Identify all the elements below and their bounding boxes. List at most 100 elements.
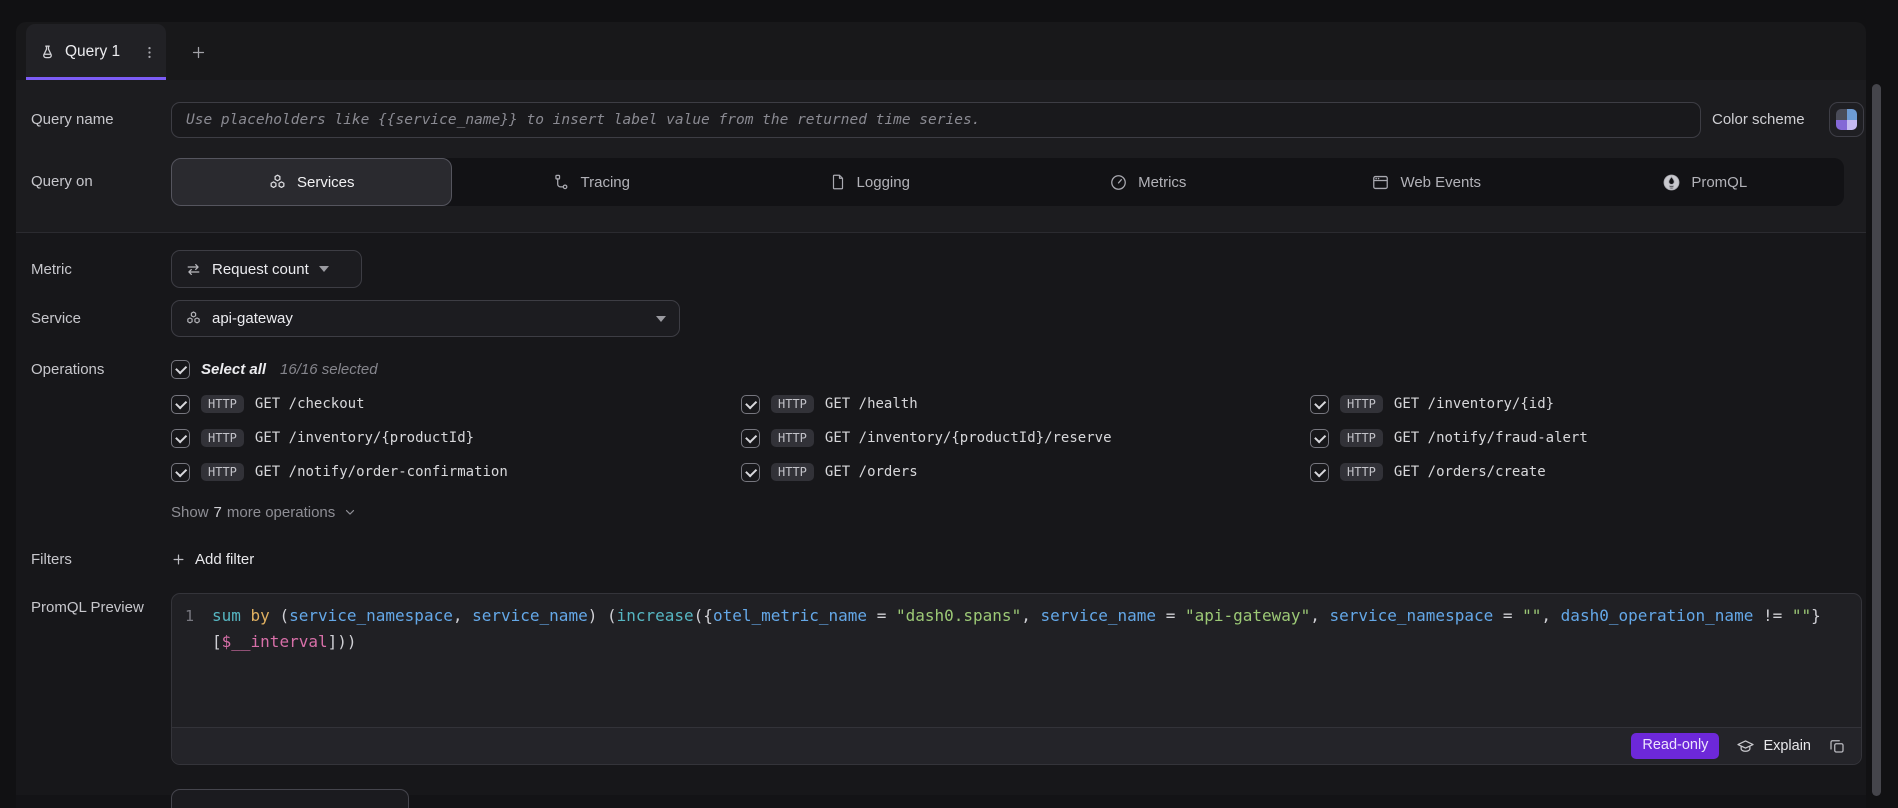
show-more-operations-button[interactable]: Show 7 more operations (171, 502, 357, 522)
operation-item: HTTP GET /checkout (171, 392, 741, 416)
operation-checkbox[interactable] (741, 463, 760, 482)
tab-query-1[interactable]: Query 1 (26, 24, 166, 80)
query-on-label: Query on (31, 173, 93, 190)
query-builder-screen: Query 1 Query name Color scheme Query on (0, 0, 1898, 808)
operation-checkbox[interactable] (741, 429, 760, 448)
query-tab-label: Query 1 (65, 43, 120, 61)
color-scheme-label: Color scheme (1712, 111, 1805, 128)
operation-item: HTTP GET /inventory/{id} (1310, 392, 1863, 416)
explain-label: Explain (1763, 738, 1811, 754)
operation-text: GET /notify/order-confirmation (255, 464, 508, 480)
operation-text: GET /health (825, 396, 918, 412)
operation-text: GET /checkout (255, 396, 365, 412)
metric-dropdown-value: Request count (212, 261, 309, 278)
http-badge: HTTP (201, 463, 244, 481)
query-name-input[interactable] (171, 102, 1701, 138)
service-dropdown-value: api-gateway (212, 310, 293, 327)
promql-preview-label: PromQL Preview (31, 599, 144, 616)
explain-button[interactable]: Explain (1736, 737, 1811, 756)
promql-toolbar: Read-only Explain (172, 727, 1861, 764)
chevron-down-icon (656, 316, 666, 322)
metric-label: Metric (31, 261, 72, 278)
operation-checkbox[interactable] (171, 463, 190, 482)
show-more-text: more operations (227, 504, 335, 521)
graduation-cap-icon (1736, 737, 1755, 756)
line-number: 1 (172, 603, 212, 629)
vertical-scrollbar[interactable] (1872, 84, 1881, 796)
metrics-icon (1109, 173, 1128, 192)
operation-item: HTTP GET /notify/fraud-alert (1310, 426, 1863, 450)
promql-code-area: 1 sum by (service_namespace, service_nam… (172, 594, 1861, 727)
tab-metrics-label: Metrics (1138, 174, 1186, 191)
promql-code-editor[interactable]: 1 sum by (service_namespace, service_nam… (171, 593, 1862, 765)
filters-label: Filters (31, 551, 72, 568)
http-badge: HTTP (201, 429, 244, 447)
kebab-menu-icon[interactable] (138, 39, 160, 65)
operation-checkbox[interactable] (171, 395, 190, 414)
operation-text: GET /orders/create (1394, 464, 1546, 480)
tab-web-events[interactable]: Web Events (1287, 158, 1566, 206)
logging-icon (829, 173, 847, 191)
color-scheme-swatch-icon (1836, 109, 1857, 130)
http-badge: HTTP (1340, 395, 1383, 413)
add-filter-button[interactable]: Add filter (171, 548, 254, 570)
readonly-badge: Read-only (1631, 733, 1719, 758)
service-dropdown[interactable]: api-gateway (171, 300, 680, 337)
tab-web-events-label: Web Events (1400, 174, 1481, 191)
tab-metrics[interactable]: Metrics (1009, 158, 1288, 206)
operations-label: Operations (31, 361, 104, 378)
operation-text: GET /orders (825, 464, 918, 480)
selected-count: 16/16 selected (280, 361, 378, 378)
promql-code-line-2: [$__interval])) (212, 629, 357, 655)
swap-arrows-icon (185, 261, 202, 278)
operation-text: GET /notify/fraud-alert (1394, 430, 1588, 446)
select-all-label: Select all (201, 361, 266, 378)
operation-checkbox[interactable] (1310, 395, 1329, 414)
http-badge: HTTP (771, 395, 814, 413)
tab-services-label: Services (297, 174, 355, 191)
operation-text: GET /inventory/{productId} (255, 430, 474, 446)
operation-checkbox[interactable] (1310, 463, 1329, 482)
tab-promql[interactable]: PromQL (1566, 158, 1845, 206)
http-badge: HTTP (201, 395, 244, 413)
service-label: Service (31, 310, 81, 327)
select-all-row: Select all 16/16 selected (171, 358, 378, 380)
chevron-down-icon (319, 266, 329, 272)
tab-tracing[interactable]: Tracing (452, 158, 731, 206)
copy-icon[interactable] (1828, 737, 1846, 755)
color-scheme-button[interactable] (1829, 102, 1864, 137)
add-query-button[interactable] (184, 38, 212, 66)
web-events-icon (1371, 173, 1390, 192)
http-badge: HTTP (771, 463, 814, 481)
next-control-cutoff[interactable] (171, 789, 409, 808)
promql-icon (1662, 173, 1681, 192)
operation-text: GET /inventory/{id} (1394, 396, 1554, 412)
tab-logging-label: Logging (857, 174, 910, 191)
operation-text: GET /inventory/{productId}/reserve (825, 430, 1112, 446)
tab-promql-label: PromQL (1691, 174, 1747, 191)
operation-item: HTTP GET /inventory/{productId} (171, 426, 741, 450)
services-icon (185, 310, 202, 327)
operation-checkbox[interactable] (1310, 429, 1329, 448)
chevron-down-icon (343, 505, 357, 519)
tab-services[interactable]: Services (171, 158, 452, 206)
query-tab-strip (16, 22, 1866, 80)
show-more-count: 7 (214, 504, 222, 521)
operation-item: HTTP GET /orders (741, 460, 1310, 484)
operation-item: HTTP GET /notify/order-confirmation (171, 460, 741, 484)
tab-logging[interactable]: Logging (730, 158, 1009, 206)
plus-icon (171, 552, 186, 567)
metric-dropdown[interactable]: Request count (171, 250, 362, 288)
operation-item: HTTP GET /inventory/{productId}/reserve (741, 426, 1310, 450)
http-badge: HTTP (771, 429, 814, 447)
operation-checkbox[interactable] (741, 395, 760, 414)
query-on-tabs: Services Tracing Logging (171, 158, 1844, 206)
http-badge: HTTP (1340, 463, 1383, 481)
tab-tracing-label: Tracing (581, 174, 630, 191)
operation-item: HTTP GET /health (741, 392, 1310, 416)
http-badge: HTTP (1340, 429, 1383, 447)
operation-item: HTTP GET /orders/create (1310, 460, 1863, 484)
query-name-label: Query name (31, 111, 114, 128)
select-all-checkbox[interactable] (171, 360, 190, 379)
operation-checkbox[interactable] (171, 429, 190, 448)
